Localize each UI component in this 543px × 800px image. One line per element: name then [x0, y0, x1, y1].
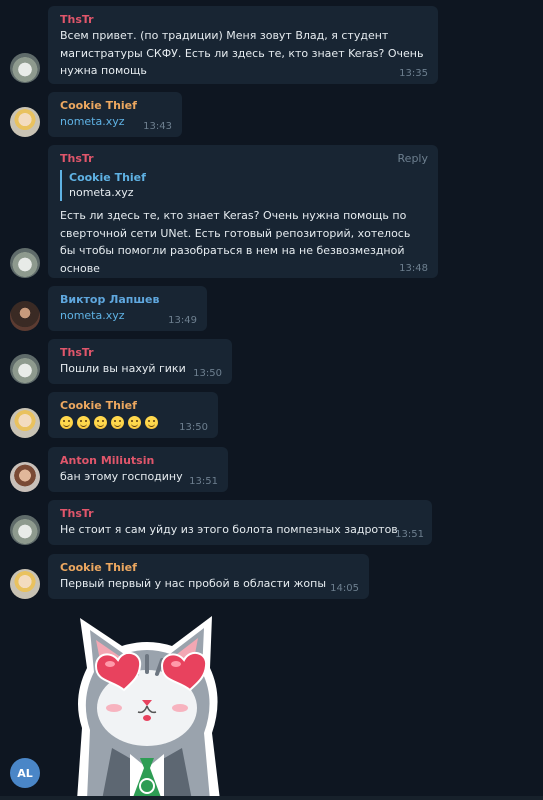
- sender-name[interactable]: Cookie Thief: [60, 560, 359, 575]
- sender-name[interactable]: Cookie Thief: [60, 398, 208, 413]
- sender-name[interactable]: Cookie Thief: [60, 98, 172, 113]
- message-text: Первый первый у нас пробой в области жоп…: [60, 577, 327, 590]
- grinning-emoji: [77, 416, 90, 429]
- message-text: Есть ли здесь те, кто знает Keras? Очень…: [60, 209, 411, 275]
- quote-sender: Cookie Thief: [69, 171, 146, 184]
- quote-text: nometa.xyz: [69, 186, 134, 199]
- sender-name[interactable]: ThsTr: [60, 151, 428, 166]
- reply-button[interactable]: Reply: [398, 152, 428, 165]
- avatar-self[interactable]: AL: [10, 758, 40, 788]
- message-bubble[interactable]: Виктор Лапшев nometa.xyz 13:49: [48, 286, 207, 331]
- avatar-cookie-thief[interactable]: [10, 107, 40, 137]
- message-bubble[interactable]: ThsTr Reply Cookie Thief nometa.xyz Есть…: [48, 145, 438, 278]
- avatar-anton-miliutsin[interactable]: [10, 462, 40, 492]
- avatar-cookie-thief[interactable]: [10, 569, 40, 599]
- message-time: 13:43: [143, 121, 172, 132]
- message-time: 13:51: [189, 476, 218, 487]
- grinning-emoji: [128, 416, 141, 429]
- grinning-emoji: [111, 416, 124, 429]
- message-text: Не стоит я сам уйду из этого болота помп…: [60, 523, 398, 536]
- message-time: 13:35: [399, 68, 428, 79]
- grinning-emoji: [60, 416, 73, 429]
- message-bubble[interactable]: ThsTr Пошли вы нахуй гики 13:50: [48, 339, 232, 384]
- sender-name[interactable]: Виктор Лапшев: [60, 292, 197, 307]
- message-bubble[interactable]: Cookie Thief 13:50: [48, 392, 218, 438]
- sender-name[interactable]: ThsTr: [60, 345, 222, 360]
- avatar-thstr[interactable]: [10, 354, 40, 384]
- message-bubble[interactable]: Anton Miliutsin бан этому господину 13:5…: [48, 447, 228, 492]
- avatar-thstr[interactable]: [10, 248, 40, 278]
- message-time: 13:48: [399, 263, 428, 274]
- message-bubble[interactable]: Cookie Thief Первый первый у нас пробой …: [48, 554, 369, 599]
- grinning-emoji: [94, 416, 107, 429]
- reply-quote[interactable]: Cookie Thief nometa.xyz: [60, 170, 428, 201]
- grinning-emoji: [145, 416, 158, 429]
- message-time: 13:49: [168, 315, 197, 326]
- avatar-thstr[interactable]: [10, 53, 40, 83]
- avatar-cookie-thief[interactable]: [10, 408, 40, 438]
- message-bubble[interactable]: ThsTr Всем привет. (по традиции) Меня зо…: [48, 6, 438, 84]
- avatar-thstr[interactable]: [10, 515, 40, 545]
- cat-in-love-sticker[interactable]: [52, 608, 242, 800]
- avatar-viktor-lapshev[interactable]: [10, 301, 40, 331]
- message-time: 13:51: [395, 529, 424, 540]
- sender-name[interactable]: Anton Miliutsin: [60, 453, 218, 468]
- message-bubble[interactable]: ThsTr Не стоит я сам уйду из этого болот…: [48, 500, 432, 545]
- composer-edge: [0, 796, 543, 800]
- message-text: Всем привет. (по традиции) Меня зовут Вл…: [60, 29, 424, 77]
- message-bubble[interactable]: Cookie Thief nometa.xyz 13:43: [48, 92, 182, 137]
- message-time: 13:50: [193, 368, 222, 379]
- sender-name[interactable]: ThsTr: [60, 12, 428, 27]
- sender-name[interactable]: ThsTr: [60, 506, 422, 521]
- message-time: 13:50: [179, 422, 208, 433]
- message-time: 14:05: [330, 583, 359, 594]
